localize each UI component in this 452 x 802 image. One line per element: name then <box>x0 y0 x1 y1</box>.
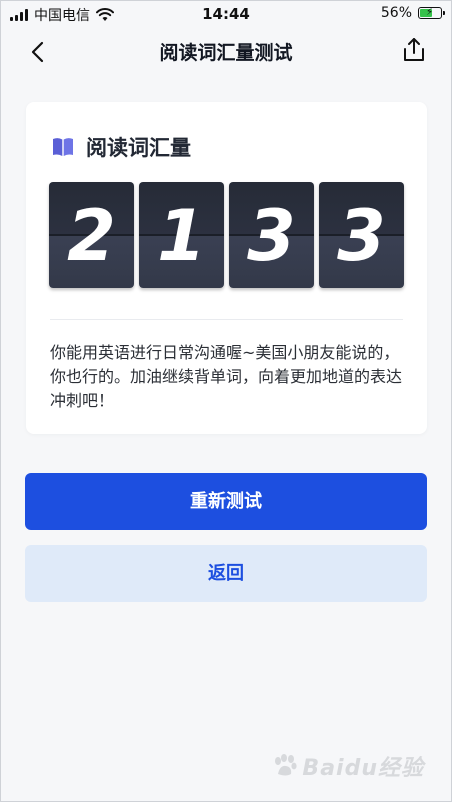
share-icon[interactable] <box>400 36 428 64</box>
book-icon <box>53 138 73 156</box>
charging-bolt-icon: ⚡ <box>426 7 434 18</box>
battery-icon: ⚡ <box>418 7 445 19</box>
battery-percent: 56% <box>380 5 412 21</box>
result-description: 你能用英语进行日常沟通喔~美国小朋友能说的，你也行的。加油继续背单词，向着更加地… <box>50 343 403 410</box>
status-bar: 中国电信 14:44 56% ⚡ <box>0 0 452 26</box>
back-button[interactable]: 返回 <box>25 545 427 602</box>
paw-icon <box>275 754 298 776</box>
vocabulary-result-card: 阅读词汇量 2 1 3 3 你能用英语进行日常沟通喔~美国小朋友能说的，你也行的… <box>26 102 427 434</box>
card-title: 阅读词汇量 <box>86 136 191 160</box>
card-header: 阅读词汇量 <box>52 132 191 162</box>
flip-digit: 3 <box>319 182 404 288</box>
digit-text: 2 <box>67 195 116 277</box>
baidu-watermark: Baidu经验 <box>272 750 424 782</box>
watermark-text: Baidu经验 <box>302 756 424 781</box>
flip-digit: 2 <box>49 182 134 288</box>
divider <box>50 319 403 320</box>
digit-text: 1 <box>157 195 206 277</box>
retest-button[interactable]: 重新测试 <box>25 473 427 530</box>
digit-text: 3 <box>337 195 386 277</box>
digit-text: 3 <box>247 195 296 277</box>
nav-bar: 阅读词汇量测试 <box>0 26 452 76</box>
status-right: 56% ⚡ <box>380 5 445 21</box>
page-title: 阅读词汇量测试 <box>159 42 293 64</box>
flip-digit: 3 <box>229 182 314 288</box>
flip-digit: 1 <box>139 182 224 288</box>
vocabulary-counter: 2 1 3 3 <box>49 182 404 288</box>
